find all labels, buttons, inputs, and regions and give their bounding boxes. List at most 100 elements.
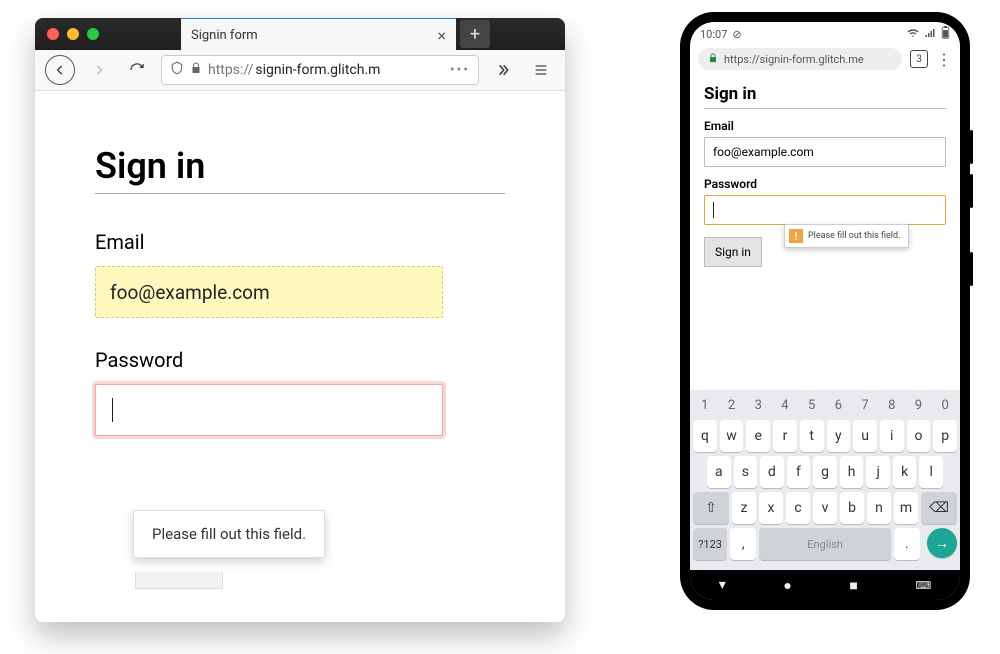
key-k[interactable]: k (893, 456, 917, 488)
reload-button[interactable] (123, 56, 151, 84)
soft-keyboard: 1234567890 qwertyuiop asdfghjkl ⇧zxcvbnm… (690, 390, 960, 570)
battery-icon (941, 26, 950, 42)
forward-button[interactable] (85, 56, 113, 84)
key-go[interactable]: → (927, 528, 957, 558)
validation-text: Please fill out this field. (152, 525, 306, 543)
key-1[interactable]: 1 (693, 394, 717, 416)
key-shift[interactable]: ⇧ (693, 492, 729, 524)
key-p[interactable]: p (933, 420, 957, 452)
key-z[interactable]: z (732, 492, 756, 524)
new-tab-button[interactable]: + (460, 20, 490, 48)
page-content: Sign in Email foo@example.com Password (35, 91, 565, 490)
key-9[interactable]: 9 (907, 394, 931, 416)
key-e[interactable]: e (746, 420, 770, 452)
phone-screen: 10:07 ⊘ https://signin-form.glitch.me 3 (690, 22, 960, 600)
url-host: signin-form.glitch.m (255, 62, 380, 78)
back-button[interactable] (45, 55, 75, 85)
key-m[interactable]: m (894, 492, 918, 524)
close-tab-icon[interactable]: × (437, 26, 446, 45)
do-not-disturb-icon: ⊘ (732, 28, 741, 41)
power-button[interactable] (970, 252, 973, 286)
key-2[interactable]: 2 (720, 394, 744, 416)
submit-button-ghost[interactable] (135, 572, 223, 589)
wifi-icon (907, 27, 919, 42)
nav-keyboard-icon[interactable]: ⌨ (915, 579, 931, 592)
key-y[interactable]: y (827, 420, 851, 452)
volume-down-button[interactable] (970, 174, 973, 208)
mobile-password-label: Password (704, 177, 946, 191)
password-input[interactable] (95, 384, 443, 436)
android-nav-bar: ▾ ● ■ ⌨ (690, 570, 960, 600)
key-0[interactable]: 0 (933, 394, 957, 416)
mobile-validation-tooltip: ! Please fill out this field. (784, 224, 909, 248)
key-h[interactable]: h (840, 456, 864, 488)
validation-tooltip: Please fill out this field. (133, 510, 325, 558)
lock-icon[interactable] (190, 62, 202, 78)
minimize-window-icon[interactable] (67, 28, 79, 40)
volume-up-button[interactable] (970, 130, 973, 164)
maximize-window-icon[interactable] (87, 28, 99, 40)
key-u[interactable]: u (853, 420, 877, 452)
key-i[interactable]: i (880, 420, 904, 452)
key-r[interactable]: r (773, 420, 797, 452)
text-caret-icon (112, 398, 113, 422)
key-period[interactable]: . (894, 528, 920, 560)
key-q[interactable]: q (693, 420, 717, 452)
key-8[interactable]: 8 (880, 394, 904, 416)
lock-icon (708, 53, 718, 66)
key-v[interactable]: v (813, 492, 837, 524)
mobile-signin-label: Sign in (715, 245, 751, 259)
desktop-browser-window: Signin form × + https:// signin-form.gli… (35, 18, 565, 622)
tab-count-button[interactable]: 3 (910, 50, 928, 68)
key-s[interactable]: s (734, 456, 758, 488)
mobile-validation-text: Please fill out this field. (808, 231, 900, 241)
page-actions-icon[interactable]: ••• (450, 62, 470, 78)
key-5[interactable]: 5 (800, 394, 824, 416)
window-controls (35, 28, 111, 40)
tracking-shield-icon[interactable] (170, 61, 184, 79)
key-4[interactable]: 4 (773, 394, 797, 416)
overflow-chevron-icon[interactable] (489, 56, 517, 84)
key-t[interactable]: t (800, 420, 824, 452)
page-heading: Sign in (95, 145, 505, 187)
tab-count-value: 3 (916, 54, 922, 65)
key-3[interactable]: 3 (746, 394, 770, 416)
signal-icon (924, 27, 936, 42)
key-d[interactable]: d (760, 456, 784, 488)
key-j[interactable]: j (866, 456, 890, 488)
key-backspace[interactable]: ⌫ (921, 492, 957, 524)
key-6[interactable]: 6 (827, 394, 851, 416)
nav-recent-icon[interactable]: ■ (849, 577, 857, 594)
mobile-signin-button[interactable]: Sign in (704, 237, 762, 267)
mobile-password-input[interactable] (704, 195, 946, 225)
email-label: Email (95, 230, 505, 254)
mobile-address-bar[interactable]: https://signin-form.glitch.me (698, 48, 902, 70)
mobile-device: 10:07 ⊘ https://signin-form.glitch.me 3 (680, 12, 970, 610)
key-o[interactable]: o (907, 420, 931, 452)
email-value: foo@example.com (110, 281, 270, 304)
mobile-email-input[interactable]: foo@example.com (704, 137, 946, 167)
key-comma[interactable]: , (730, 528, 756, 560)
close-window-icon[interactable] (47, 28, 59, 40)
key-space[interactable]: English (759, 528, 890, 560)
key-f[interactable]: f (787, 456, 811, 488)
key-l[interactable]: l (919, 456, 943, 488)
mobile-url: https://signin-form.glitch.me (724, 53, 864, 66)
key-c[interactable]: c (786, 492, 810, 524)
hamburger-menu-icon[interactable] (527, 56, 555, 84)
nav-home-icon[interactable]: ● (783, 577, 791, 594)
key-symbols[interactable]: ?123 (693, 528, 727, 560)
key-g[interactable]: g (813, 456, 837, 488)
kebab-menu-icon[interactable]: ⋮ (936, 50, 952, 69)
mobile-email-label: Email (704, 119, 946, 133)
nav-back-icon[interactable]: ▾ (719, 577, 726, 593)
key-w[interactable]: w (720, 420, 744, 452)
address-bar[interactable]: https:// signin-form.glitch.m ••• (161, 55, 479, 85)
key-n[interactable]: n (867, 492, 891, 524)
browser-tab[interactable]: Signin form × (181, 18, 456, 51)
key-x[interactable]: x (759, 492, 783, 524)
email-input[interactable]: foo@example.com (95, 266, 443, 318)
key-b[interactable]: b (840, 492, 864, 524)
key-7[interactable]: 7 (853, 394, 877, 416)
key-a[interactable]: a (707, 456, 731, 488)
